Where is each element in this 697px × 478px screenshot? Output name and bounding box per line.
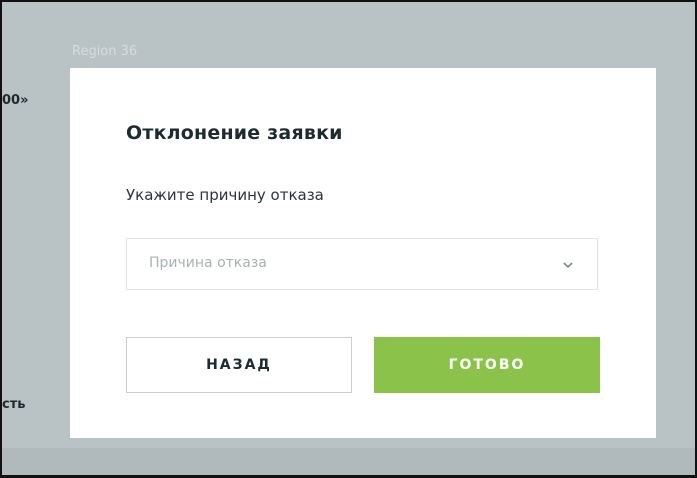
done-button[interactable]: ГОТОВО (374, 337, 600, 393)
app-window: Region 36 00» сть Отклонение заявки Укаж… (0, 0, 697, 478)
done-button-label: ГОТОВО (448, 357, 526, 373)
background-text-fragment-bottom: сть (2, 397, 26, 412)
background-text-fragment-top: 00» (2, 93, 29, 108)
reject-application-dialog: Отклонение заявки Укажите причину отказа… (70, 68, 656, 438)
back-button[interactable]: НАЗАД (126, 337, 352, 393)
dialog-title: Отклонение заявки (126, 122, 343, 144)
region-label: Region 36 (72, 44, 138, 59)
dialog-subtitle: Укажите причину отказа (126, 186, 324, 204)
background-bottom-strip (2, 448, 695, 475)
back-button-label: НАЗАД (206, 357, 272, 373)
chevron-down-icon (561, 257, 575, 271)
reason-select-placeholder: Причина отказа (149, 255, 267, 271)
reason-select[interactable]: Причина отказа (126, 238, 598, 290)
